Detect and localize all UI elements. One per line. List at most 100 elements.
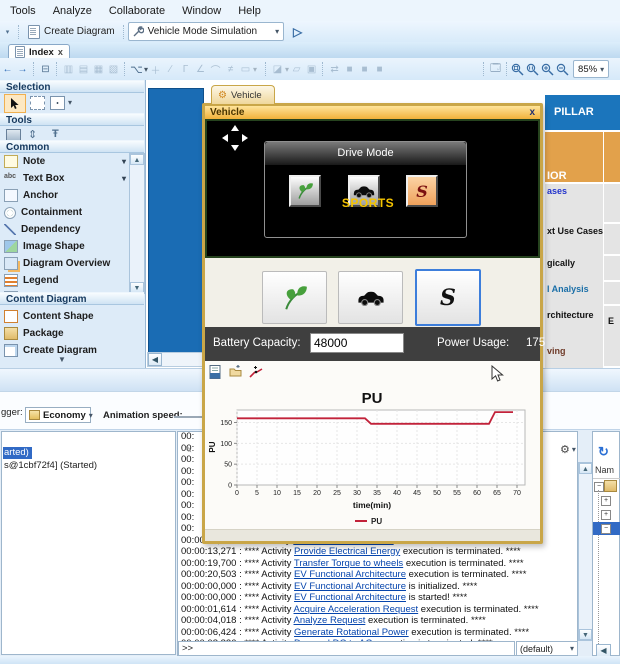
palette-item-note[interactable]: Note▾ [4, 153, 126, 170]
palette-item-containment[interactable]: Containment [4, 204, 126, 221]
menu-help[interactable]: Help [238, 5, 261, 17]
trigger-combo[interactable]: Economy ▾ [25, 407, 91, 423]
table-cell[interactable] [604, 224, 620, 254]
diagram-blue-shape[interactable] [148, 88, 204, 354]
tree-collapse-icon[interactable]: − [601, 524, 611, 534]
reset-shape-icon[interactable]: ▭ [238, 62, 253, 77]
palette-item-package[interactable]: Package [4, 325, 126, 341]
architecture-cell[interactable]: rchitecture [545, 306, 603, 346]
tab-close-icon[interactable]: x [58, 47, 63, 57]
activity-link[interactable]: Acquire Acceleration Request [294, 604, 419, 615]
tree-expand-icon[interactable]: + [601, 496, 611, 506]
session-item[interactable]: s@1cbf72f4] (Started) [4, 460, 97, 471]
palette-header-tools[interactable]: Tools [0, 113, 144, 126]
console-settings-button[interactable]: ⚙ ▾ [560, 441, 584, 457]
zoom-1-1-icon[interactable] [526, 63, 539, 76]
palette-header-selection[interactable]: Selection [0, 80, 144, 93]
specification-icon[interactable]: 🗔 [488, 62, 503, 77]
console-scroll-down-icon[interactable]: ▼ [579, 629, 592, 640]
activity-link[interactable]: EV Functional Architecture [294, 581, 406, 592]
note-caret-icon[interactable]: ▾ [122, 157, 126, 166]
lock-icon[interactable]: ▣ [304, 62, 319, 77]
selection-caret-icon[interactable]: ▾ [68, 98, 72, 107]
dialog-title-bar[interactable]: Vehicle x [205, 106, 540, 119]
analysis-cell[interactable]: l Analysis [545, 282, 603, 306]
menu-window[interactable]: Window [182, 5, 221, 17]
text-tool-icon[interactable]: Ŧ [52, 128, 59, 140]
table-cell[interactable] [604, 184, 620, 222]
context-use-cases-cell[interactable]: xt Use Cases [545, 224, 603, 256]
create-diagram-button[interactable]: Create Diagram [23, 23, 120, 40]
name-column-header[interactable]: Nam [595, 465, 614, 475]
line-path-icon[interactable]: ∕ [163, 62, 178, 77]
table-cell[interactable] [604, 132, 620, 182]
menu-analyze[interactable]: Analyze [53, 5, 92, 17]
palette-item-legend[interactable]: Legend [4, 272, 126, 289]
palette-item-image-shape[interactable]: Image Shape [4, 238, 126, 255]
text-box-caret-icon[interactable]: ▾ [122, 174, 126, 183]
eco-mode-button[interactable] [262, 271, 327, 324]
palette-more-caret-icon[interactable]: ▼ [58, 355, 66, 364]
activity-link[interactable]: Transfer Torque to wheels [294, 558, 403, 569]
palette-item-dependency[interactable]: Dependency [4, 221, 126, 238]
forward-icon[interactable]: → [15, 62, 30, 77]
variables-panel[interactable]: ↻ Nam − + + − ◀ [592, 431, 620, 656]
normal-mode-button[interactable] [338, 271, 403, 324]
note-anchor-icon[interactable]: ▱ [289, 62, 304, 77]
console-edit-icon[interactable]: ✎ [184, 445, 192, 456]
table-cell[interactable] [604, 282, 620, 304]
sports-mode-display-button[interactable]: S [406, 175, 438, 207]
menu-collaborate[interactable]: Collaborate [109, 5, 165, 17]
simulation-config-combo[interactable]: Vehicle Mode Simulation ▾ [128, 22, 285, 41]
zoom-out-icon[interactable] [556, 63, 569, 76]
clone-icon[interactable]: ▦ [91, 62, 106, 77]
containment-tree-icon[interactable]: ⊟ [38, 62, 53, 77]
palette-item-anchor[interactable]: Anchor [4, 187, 126, 204]
palette-header-content-diagram[interactable]: Content Diagram [0, 292, 144, 305]
session-item-selected[interactable]: arted) [3, 447, 32, 459]
table-cell[interactable] [604, 344, 620, 366]
console-input[interactable]: >> [178, 641, 515, 656]
paste-icon[interactable]: ▤ [76, 62, 91, 77]
zoom-level-combo[interactable]: 85% ▾ [573, 60, 609, 78]
console-vscrollbar[interactable]: ▲ ▼ [578, 462, 593, 641]
activity-link[interactable]: EV Functional Architecture [294, 592, 406, 603]
copy-icon[interactable]: ▥ [61, 62, 76, 77]
fill-icon[interactable]: ■ [342, 62, 357, 77]
paste-special-icon[interactable]: ▧ [106, 62, 121, 77]
vehicle-dialog[interactable]: Vehicle x Drive Mode [202, 103, 543, 544]
console-scroll-up-icon[interactable]: ▲ [579, 463, 592, 474]
activity-link[interactable]: Analyze Request [294, 615, 366, 626]
curve-path-icon[interactable]: ⌒ [208, 62, 223, 77]
palette-item-content-shape[interactable]: Content Shape [4, 308, 126, 324]
animation-speed-slider[interactable] [174, 416, 202, 418]
scroll-left-icon[interactable]: ◀ [148, 353, 162, 366]
tree-collapse-icon[interactable]: − [594, 482, 604, 492]
behavior-cell[interactable]: IOR [545, 132, 603, 182]
activity-link[interactable]: Provide Electrical Energy [294, 546, 400, 557]
close-icon[interactable]: x [529, 107, 535, 118]
activity-link[interactable]: EV Functional Architecture [294, 569, 406, 580]
logically-cell[interactable]: gically [545, 256, 603, 282]
ving-cell[interactable]: ving [545, 344, 603, 368]
select-tool-button[interactable] [4, 94, 26, 113]
sessions-panel[interactable]: arted) s@1cbf72f4] (Started) [1, 431, 176, 655]
fit-window-icon[interactable] [511, 63, 524, 76]
pillar-header-cell[interactable]: PILLAR [545, 95, 620, 130]
fill2-icon[interactable]: ■ [357, 62, 372, 77]
refresh-icon[interactable]: ↻ [598, 444, 609, 460]
pan-arrows-icon[interactable] [222, 125, 248, 151]
swap-icon[interactable]: ⇄ [327, 62, 342, 77]
run-simulation-button[interactable]: ▷ [290, 24, 305, 39]
zoom-in-icon[interactable] [541, 63, 554, 76]
tab-index[interactable]: Index x [8, 44, 70, 59]
grid-select-icon[interactable] [50, 96, 65, 110]
toolbar-overflow-caret[interactable]: ▾ [0, 24, 15, 39]
menu-tools[interactable]: Tools [10, 5, 36, 17]
table-cell[interactable] [604, 256, 620, 280]
remove-breakpoints-icon[interactable]: ≠ [223, 62, 238, 77]
rectilinear-path-icon[interactable]: Γ [178, 62, 193, 77]
scroll-up-icon[interactable]: ▲ [130, 154, 144, 165]
add-shape-icon[interactable]: ＋ [148, 62, 163, 77]
palette-header-common[interactable]: Common [0, 140, 144, 153]
